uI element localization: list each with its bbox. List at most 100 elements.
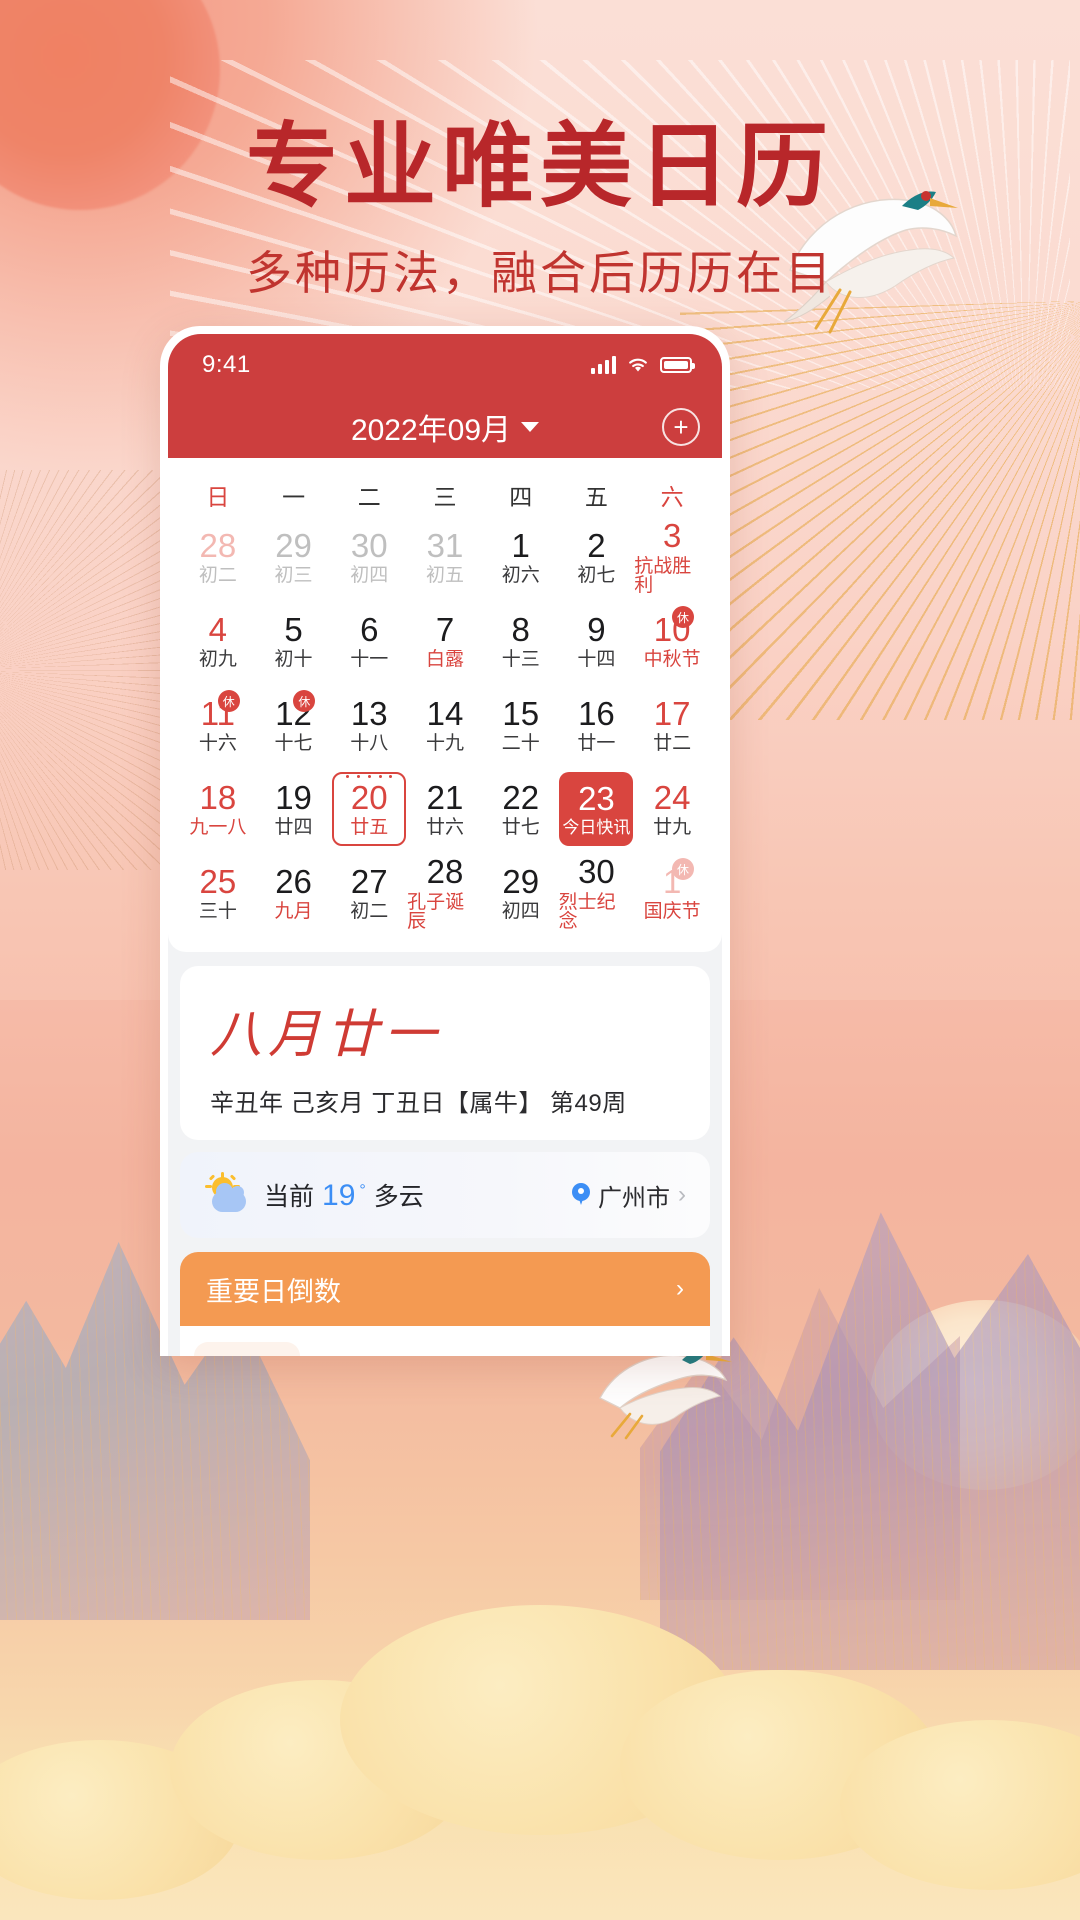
day-lunar-label: 初四 — [350, 565, 389, 587]
calendar-day-cell[interactable]: 29 初三 — [256, 516, 332, 598]
calendar-day-cell[interactable]: 22 廿七 — [483, 768, 559, 850]
degree-symbol: ° — [359, 1182, 366, 1199]
weather-temperature: 19 — [322, 1179, 356, 1212]
day-lunar-label: 三十 — [198, 901, 237, 923]
calendar-day-cell[interactable]: 26 九月 — [256, 852, 332, 934]
day-number: 26 — [275, 862, 312, 900]
gold-fan-pattern — [680, 300, 1080, 720]
calendar-day-cell[interactable]: 16 廿一 — [559, 684, 635, 766]
calendar-day-cell[interactable]: 13 十八 — [331, 684, 407, 766]
lunar-date-detail: 辛丑年 己亥月 丁丑日【属牛】 第49周 — [210, 1090, 627, 1117]
day-lunar-label: 初二 — [198, 565, 237, 587]
phone-mockup: 9:41 2022年09月 + 日一二三四五六 28 初二 29 初三 30 初四 31 初五… — [160, 326, 730, 1356]
day-number: 23 — [578, 779, 615, 817]
day-lunar-label: 初二 — [350, 901, 389, 923]
rest-day-badge: 休 — [293, 690, 316, 712]
weekday-header-1: 一 — [282, 484, 306, 510]
day-lunar-label: 九一八 — [189, 817, 247, 839]
calendar-day-cell[interactable]: 25 三十 — [180, 852, 256, 934]
calendar-day-cell[interactable]: 8 十三 — [483, 600, 559, 682]
weekday-header-5: 五 — [584, 484, 608, 510]
day-lunar-label: 孔子诞辰 — [407, 891, 465, 932]
day-number: 31 — [426, 526, 464, 564]
calendar-day-cell[interactable]: 30 初四 — [331, 516, 407, 598]
countdown-title: 重要日倒数 — [206, 1276, 341, 1307]
calendar-day-cell[interactable]: 31 初五 — [407, 516, 483, 598]
weather-text: 当前 19 ° 多云 — [264, 1177, 424, 1213]
lunar-info-card[interactable]: 八月廿一 辛丑年 己亥月 丁丑日【属牛】 第49周 — [180, 966, 710, 1140]
day-number: 29 — [502, 862, 540, 900]
chevron-right-icon: › — [678, 1181, 686, 1208]
weekday-header-6: 六 — [660, 484, 684, 510]
weather-row[interactable]: 当前 19 ° 多云 广州市 › — [180, 1152, 710, 1238]
calendar-day-cell[interactable]: 10 中秋节休 — [634, 600, 710, 682]
day-lunar-label: 今日快讯 — [562, 818, 631, 838]
day-lunar-label: 廿九 — [653, 817, 692, 839]
day-lunar-label: 十七 — [274, 733, 313, 755]
day-lunar-label: 十八 — [350, 733, 389, 755]
day-number: 7 — [435, 610, 455, 648]
weather-prefix: 当前 — [264, 1183, 315, 1211]
calendar-day-cell[interactable]: 29 初四 — [483, 852, 559, 934]
calendar-day-cell[interactable]: 20 廿五 — [331, 768, 407, 850]
calendar-day-cell[interactable]: 6 十一 — [331, 600, 407, 682]
calendar-card: 日一二三四五六 28 初二 29 初三 30 初四 31 初五 1 初六 2 初七 3 抗战胜利 4 初九 5 初… — [168, 458, 722, 952]
calendar-day-cell[interactable]: 21 廿六 — [407, 768, 483, 850]
calendar-day-cell[interactable]: 17 廿二 — [634, 684, 710, 766]
calendar-day-cell[interactable]: 2 初七 — [559, 516, 635, 598]
month-label: 2022年09月 — [350, 414, 512, 447]
screen-bottom-fade — [168, 1316, 722, 1356]
month-selector[interactable]: 2022年09月 — [350, 405, 540, 449]
day-lunar-label: 初四 — [501, 901, 540, 923]
day-number: 24 — [653, 778, 691, 816]
day-lunar-label: 初十 — [274, 649, 313, 671]
day-lunar-label: 抗战胜利 — [634, 555, 692, 596]
add-event-button[interactable]: + — [662, 408, 700, 446]
calendar-day-cell[interactable]: 9 十四 — [559, 600, 635, 682]
calendar-day-cell[interactable]: 27 初二 — [331, 852, 407, 934]
calendar-day-cell[interactable]: 15 二十 — [483, 684, 559, 766]
calendar-day-cell[interactable]: 4 初九 — [180, 600, 256, 682]
weekday-header-0: 日 — [206, 484, 230, 510]
weekday-header-4: 四 — [509, 484, 533, 510]
calendar-day-cell[interactable]: 23 今日快讯 — [559, 768, 635, 850]
day-lunar-label: 十九 — [425, 733, 464, 755]
day-number: 27 — [350, 862, 388, 900]
calendar-day-cell[interactable]: 18 九一八 — [180, 768, 256, 850]
day-lunar-label: 初七 — [577, 565, 616, 587]
rest-day-badge: 休 — [672, 858, 694, 880]
calendar-day-cell[interactable]: 1 国庆节休 — [634, 852, 710, 934]
weather-location[interactable]: 广州市 › — [572, 1178, 686, 1213]
day-number: 9 — [587, 610, 606, 648]
day-lunar-label: 十四 — [577, 649, 616, 671]
status-bar: 9:41 — [168, 334, 722, 396]
day-lunar-label: 廿六 — [425, 817, 464, 839]
day-lunar-label: 二十 — [501, 733, 540, 755]
calendar-day-cell[interactable]: 24 廿九 — [634, 768, 710, 850]
calendar-day-cell[interactable]: 19 廿四 — [256, 768, 332, 850]
calendar-day-cell[interactable]: 14 十九 — [407, 684, 483, 766]
plus-icon: + — [673, 412, 689, 442]
day-lunar-label: 烈士纪念 — [558, 891, 616, 932]
calendar-day-cell[interactable]: 28 初二 — [180, 516, 256, 598]
status-icons — [591, 356, 695, 374]
calendar-day-cell[interactable]: 1 初六 — [483, 516, 559, 598]
calendar-day-cell[interactable]: 28 孔子诞辰 — [407, 852, 483, 934]
day-lunar-label: 廿二 — [653, 733, 692, 755]
day-lunar-label: 国庆节 — [643, 901, 701, 923]
day-lunar-label: 廿四 — [274, 817, 313, 839]
weekday-header-3: 三 — [433, 484, 457, 510]
countdown-header[interactable]: 重要日倒数 › — [180, 1252, 710, 1326]
calendar-day-cell[interactable]: 3 抗战胜利 — [634, 516, 710, 598]
day-lunar-label: 十三 — [501, 649, 540, 671]
day-number: 22 — [502, 778, 540, 816]
day-lunar-label: 廿一 — [577, 733, 616, 755]
calendar-day-cell[interactable]: 5 初十 — [256, 600, 332, 682]
calendar-day-cell[interactable]: 7 白露 — [407, 600, 483, 682]
calendar-day-cell[interactable]: 12 十七休 — [256, 684, 332, 766]
weather-condition: 多云 — [373, 1183, 424, 1211]
calendar-day-cell[interactable]: 30 烈士纪念 — [559, 852, 635, 934]
cellular-bars-icon — [591, 356, 616, 374]
page-subtitle: 多种历法，融合后历历在目 — [246, 245, 834, 300]
calendar-day-cell[interactable]: 11 十六休 — [180, 684, 256, 766]
